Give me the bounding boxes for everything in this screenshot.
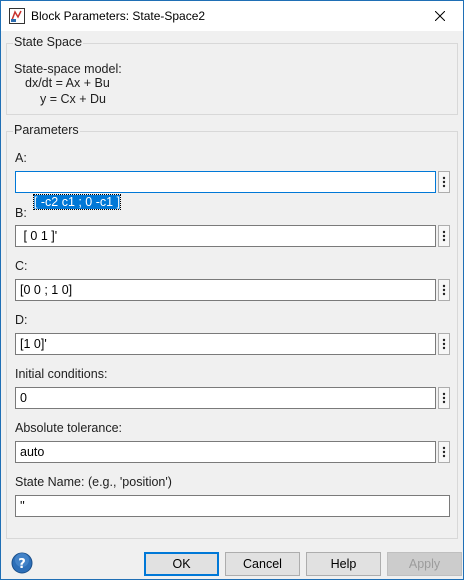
vertical-ellipsis-icon <box>442 284 446 296</box>
param-c-input[interactable]: [0 0 ; 1 0] <box>15 279 436 301</box>
param-b-input[interactable]: [ 0 1 ]' <box>15 225 436 247</box>
param-a-label: A: <box>15 151 27 165</box>
vertical-ellipsis-icon <box>442 392 446 404</box>
vertical-ellipsis-icon <box>442 230 446 242</box>
param-b-label: B: <box>15 206 27 220</box>
description-group-title: State Space <box>13 35 84 49</box>
cancel-button[interactable]: Cancel <box>225 552 300 576</box>
initial-conditions-label: Initial conditions: <box>15 367 108 381</box>
param-b-more-button[interactable] <box>438 225 450 247</box>
help-icon[interactable]: ? <box>11 552 33 574</box>
help-button[interactable]: Help <box>306 552 381 576</box>
param-d-more-button[interactable] <box>438 333 450 355</box>
param-a-input[interactable]: [ -c2 c1 ; 0 -c1 ] <box>15 171 436 210</box>
param-a-value: [ -c2 c1 ; 0 -c1 ] <box>32 194 122 210</box>
vertical-ellipsis-icon <box>442 338 446 350</box>
param-a-more-button[interactable] <box>438 171 450 193</box>
window-title: Block Parameters: State-Space2 <box>31 9 206 23</box>
block-parameters-dialog: Block Parameters: State-Space2 State Spa… <box>0 0 464 580</box>
param-d-input[interactable]: [1 0]' <box>15 333 436 355</box>
absolute-tolerance-label: Absolute tolerance: <box>15 421 123 435</box>
param-c-label: C: <box>15 259 28 273</box>
initial-conditions-input[interactable]: 0 <box>15 387 436 409</box>
close-icon <box>435 11 445 21</box>
state-name-input[interactable]: '' <box>15 495 450 517</box>
ok-button[interactable]: OK <box>144 552 219 576</box>
parameters-group-title: Parameters <box>13 123 80 137</box>
description-line-2: dx/dt = Ax + Bu <box>25 76 110 90</box>
vertical-ellipsis-icon <box>442 176 446 188</box>
vertical-ellipsis-icon <box>442 446 446 458</box>
absolute-tolerance-more-button[interactable] <box>438 441 450 463</box>
svg-text:?: ? <box>18 557 26 572</box>
simulink-block-icon <box>9 8 25 24</box>
close-button[interactable] <box>417 1 463 31</box>
title-bar: Block Parameters: State-Space2 <box>1 1 463 31</box>
initial-conditions-more-button[interactable] <box>438 387 450 409</box>
param-d-label: D: <box>15 313 28 327</box>
absolute-tolerance-input[interactable]: auto <box>15 441 436 463</box>
apply-button[interactable]: Apply <box>387 552 462 576</box>
state-name-label: State Name: (e.g., 'position') <box>15 475 172 489</box>
param-c-more-button[interactable] <box>438 279 450 301</box>
description-line-1: State-space model: <box>14 62 122 76</box>
description-line-3: y = Cx + Du <box>40 92 106 106</box>
